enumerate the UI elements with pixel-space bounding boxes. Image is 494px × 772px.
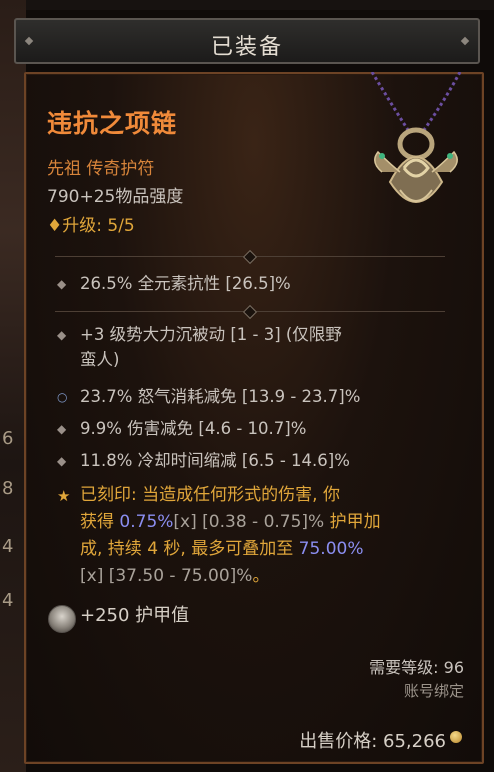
item-name: 违抗之项链	[47, 109, 178, 138]
aspect-range: [x] [37.50 - 75.00]%	[80, 566, 253, 586]
greater-affix-icon: ○	[57, 390, 68, 404]
item-type: 先祖 传奇护符	[47, 159, 155, 179]
equipped-header: 已装备	[14, 18, 480, 64]
aspect-star-icon: ★	[57, 487, 71, 505]
affix-line: +3 级势大力沉被动 [1 - 3] (仅限野	[80, 325, 342, 344]
section-divider	[55, 304, 445, 320]
bullet-icon: ◆	[57, 277, 67, 291]
amulet-icon	[370, 72, 462, 203]
required-level: 需要等级: 96	[369, 658, 464, 677]
gold-coin-icon	[450, 731, 462, 743]
bullet-icon: ◆	[57, 328, 67, 342]
upgrade-text: 升级: 5/5	[62, 216, 135, 236]
aspect-text: 护甲加	[329, 512, 381, 532]
skull-socket-icon	[48, 605, 76, 633]
affix-line: 9.9% 伤害减免 [4.6 - 10.7]%	[80, 419, 307, 438]
background-number: 8	[2, 478, 14, 499]
item-power: 790+25物品强度	[47, 187, 184, 207]
bullet-icon: ◆	[57, 454, 67, 468]
affix-line: 蛮人)	[80, 350, 120, 369]
background-number: 4	[2, 536, 14, 557]
legendary-aspect: 已刻印: 当造成任何形式的伤害, 你 获得 0.75%[x] [0.38 - 0…	[80, 482, 465, 590]
aspect-text: 成, 持续 4 秒, 最多可叠加至	[80, 539, 294, 559]
equipped-title: 已装备	[210, 35, 283, 60]
background-top	[0, 0, 494, 10]
aspect-value: 0.75%	[119, 512, 174, 532]
aspect-range: [x] [0.38 - 0.75]%	[173, 512, 325, 532]
affix-line: 23.7% 怒气消耗减免 [13.9 - 23.7]%	[80, 387, 361, 406]
background-number: 6	[2, 428, 14, 449]
background-number: 4	[2, 590, 14, 611]
aspect-text: 已刻印: 当造成任何形式的伤害, 你	[80, 485, 340, 505]
bullet-icon: ◆	[57, 422, 67, 436]
background-strip: 6 8 4 4	[0, 0, 26, 772]
upgrade-level: ♦升级: 5/5	[47, 216, 135, 236]
aspect-text: 获得	[80, 512, 114, 532]
sell-price: 出售价格: 65,266	[299, 731, 446, 752]
aspect-text: 。	[252, 566, 270, 586]
implicit-stat: 26.5% 全元素抗性 [26.5]%	[80, 274, 291, 293]
armor-value: +250 护甲值	[80, 605, 190, 626]
account-bound: 账号绑定	[403, 682, 464, 700]
aspect-value: 75.00%	[298, 539, 364, 559]
section-divider	[55, 249, 445, 265]
affix-line: 11.8% 冷却时间缩减 [6.5 - 14.6]%	[80, 451, 350, 470]
